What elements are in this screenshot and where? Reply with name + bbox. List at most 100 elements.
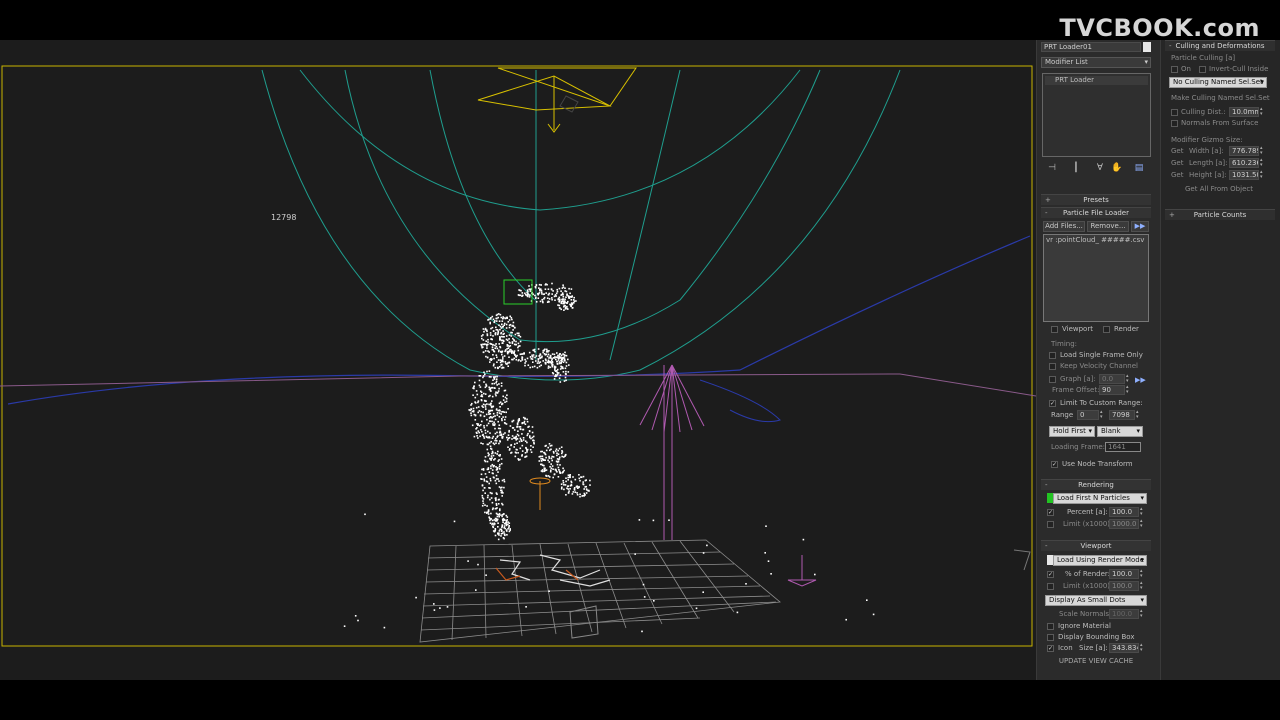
update-view-cache-button[interactable]: UPDATE VIEW CACHE (1043, 657, 1149, 668)
point-cloud-dot (558, 304, 561, 307)
rollout-culling[interactable]: - Culling and Deformations (1165, 40, 1275, 51)
point-cloud-dot (555, 375, 558, 377)
frame-offset-spinner[interactable]: ▴ ▾ (1126, 385, 1131, 395)
use-node-transform-checkbox[interactable]: ✓ (1051, 461, 1058, 468)
pct-render-spinner[interactable]: ▴ ▾ (1140, 569, 1145, 579)
scale-normals-field[interactable]: 100.0 (1109, 609, 1139, 619)
point-cloud-dot (496, 412, 499, 414)
hold-first-dropdown[interactable]: Hold First (1049, 426, 1095, 437)
height-field[interactable]: 1031.50 (1229, 170, 1259, 180)
percent-checkbox[interactable]: ✓ (1047, 509, 1054, 516)
rollout-rendering[interactable]: - Rendering (1041, 479, 1151, 490)
point-cloud-dot (566, 307, 568, 310)
range-end-field[interactable]: 7098 (1109, 410, 1135, 420)
particle-file-list[interactable]: vr :pointCloud_ #####.csv (1043, 234, 1149, 322)
modifier-list-dropdown[interactable]: Modifier List (1041, 57, 1151, 68)
percent-field[interactable]: 100.0 (1109, 507, 1139, 517)
scale-normals-spinner[interactable]: ▴ ▾ (1140, 609, 1145, 619)
length-spinner[interactable]: ▴ ▾ (1260, 158, 1265, 168)
graph-field[interactable]: 0.0 (1099, 374, 1125, 384)
point-cloud-dot (485, 329, 488, 331)
remove-modifier-icon[interactable]: ✋ (1111, 163, 1122, 173)
icon-size-field[interactable]: 343.834 (1109, 643, 1139, 653)
pct-render-checkbox[interactable]: ✓ (1047, 571, 1054, 578)
viewport-file-checkbox[interactable] (1051, 326, 1058, 333)
limit-spinner[interactable]: ▴ ▾ (1140, 519, 1145, 529)
point-cloud-dot (495, 343, 497, 345)
length-field[interactable]: 610.236 (1229, 158, 1259, 168)
get-length-button[interactable]: Get (1171, 159, 1183, 168)
culling-named-sel-dropdown[interactable]: No Culling Named Sel.Set (1169, 77, 1267, 88)
graph-curve-icon[interactable]: ▶▶ (1135, 375, 1146, 385)
keep-velocity-checkbox[interactable] (1049, 363, 1056, 370)
limit-range-checkbox[interactable]: ✓ (1049, 400, 1056, 407)
point-cloud-dot (478, 379, 481, 382)
display-bbox-checkbox[interactable] (1047, 634, 1054, 641)
viewport-limit-checkbox[interactable] (1047, 583, 1054, 590)
width-field[interactable]: 776.789 (1229, 146, 1259, 156)
point-cloud-dot (570, 305, 572, 307)
rendering-mode-dropdown[interactable]: Load First N Particles (1053, 493, 1147, 504)
blank-dropdown[interactable]: Blank (1097, 426, 1143, 437)
culling-dist-field[interactable]: 10.0mm (1229, 107, 1259, 117)
pct-render-field[interactable]: 100.0 (1109, 569, 1139, 579)
object-color-swatch[interactable] (1143, 42, 1151, 52)
particle-file-entry[interactable]: vr :pointCloud_ #####.csv (1046, 236, 1144, 245)
display-mode-dropdown[interactable]: Display As Small Dots (1045, 595, 1147, 606)
limit-checkbox[interactable] (1047, 521, 1054, 528)
make-named-sel-button[interactable]: Make Culling Named Sel.Set (1171, 94, 1270, 103)
point-cloud-dot (489, 332, 492, 334)
point-cloud-dot (544, 288, 547, 290)
rollout-presets[interactable]: + Presets (1041, 194, 1151, 205)
show-end-result-icon[interactable]: ┃ (1071, 163, 1081, 173)
range-start-field[interactable]: 0 (1077, 410, 1099, 420)
range-start-spinner[interactable]: ▴ ▾ (1100, 410, 1105, 420)
add-files-button[interactable]: Add Files... (1043, 221, 1085, 232)
point-cloud-dot (556, 290, 559, 293)
point-cloud-dot (498, 480, 500, 482)
viewport-limit-field[interactable]: 100.0 (1109, 581, 1139, 591)
culling-dist-checkbox[interactable] (1171, 109, 1178, 116)
icon-size-spinner[interactable]: ▴ ▾ (1140, 643, 1145, 653)
remove-files-button[interactable]: Remove... (1087, 221, 1129, 232)
get-height-button[interactable]: Get (1171, 171, 1183, 180)
perspective-viewport[interactable]: 12798 (0, 40, 1036, 680)
render-file-checkbox[interactable] (1103, 326, 1110, 333)
viewport-mode-dropdown[interactable]: Load Using Render Mode (1053, 555, 1147, 566)
icon-checkbox[interactable]: ✓ (1047, 645, 1054, 652)
point-cloud-dot (548, 292, 551, 295)
load-single-frame-checkbox[interactable] (1049, 352, 1056, 359)
width-spinner[interactable]: ▴ ▾ (1260, 146, 1265, 156)
make-unique-icon[interactable]: ∀ (1095, 163, 1105, 173)
rollout-particle-file-loader[interactable]: - Particle File Loader (1041, 207, 1151, 218)
percent-spinner[interactable]: ▴ ▾ (1140, 507, 1145, 517)
height-spinner[interactable]: ▴ ▾ (1260, 170, 1265, 180)
invert-cull-checkbox[interactable] (1199, 66, 1206, 73)
range-end-spinner[interactable]: ▴ ▾ (1136, 410, 1141, 420)
point-cloud-dot (537, 358, 540, 360)
point-cloud-dot (547, 359, 550, 362)
point-cloud-dot (498, 515, 500, 518)
culling-dist-spinner[interactable]: ▴ ▾ (1260, 107, 1265, 117)
point-cloud-dot (556, 288, 558, 291)
graph-checkbox[interactable] (1049, 376, 1056, 383)
point-cloud-dot (556, 371, 558, 374)
configure-modifier-sets-icon[interactable]: ▤ (1134, 163, 1144, 173)
rollout-particle-counts[interactable]: + Particle Counts (1165, 209, 1275, 220)
rollout-viewport[interactable]: - Viewport (1041, 540, 1151, 551)
point-cloud-dot (484, 511, 486, 514)
pin-stack-icon[interactable]: ⊣ (1047, 163, 1057, 173)
frame-offset-field[interactable]: 90 (1099, 385, 1125, 395)
limit-field[interactable]: 1000.0 (1109, 519, 1139, 529)
more-files-button[interactable]: ▶▶ (1131, 221, 1149, 232)
point-cloud-dot (498, 387, 500, 390)
ignore-material-checkbox[interactable] (1047, 623, 1054, 630)
object-name-field[interactable]: PRT Loader01 (1041, 42, 1141, 52)
graph-spinner[interactable]: ▴ ▾ (1126, 374, 1131, 384)
get-width-button[interactable]: Get (1171, 147, 1183, 156)
get-all-from-object-button[interactable]: Get All From Object (1185, 185, 1253, 194)
viewport-limit-spinner[interactable]: ▴ ▾ (1140, 581, 1145, 591)
culling-on-checkbox[interactable] (1171, 66, 1178, 73)
normals-surface-checkbox[interactable] (1171, 120, 1178, 127)
stack-item-prt-loader[interactable]: PRT Loader (1045, 76, 1148, 85)
